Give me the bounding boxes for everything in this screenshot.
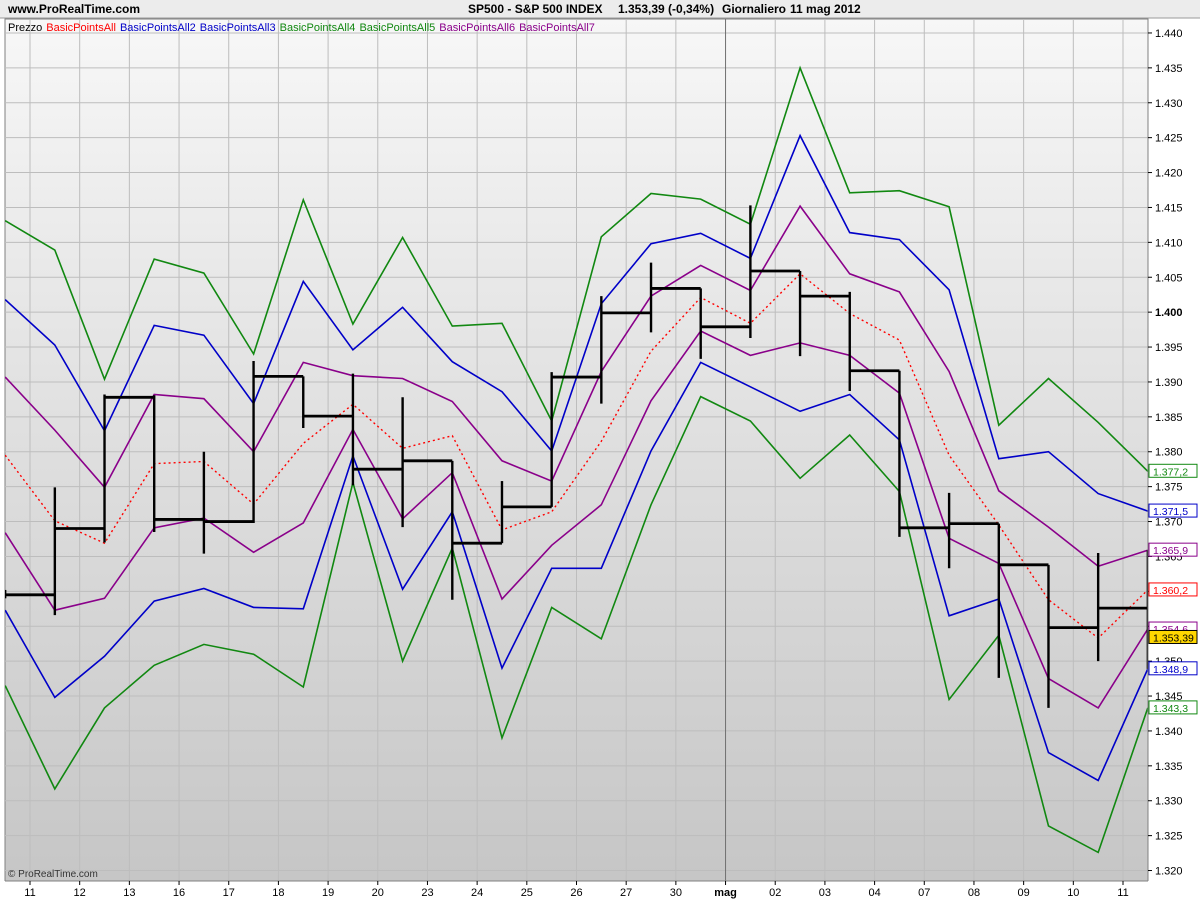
price-tag: 1.343,3 [1149, 701, 1197, 715]
x-tick-label: 08 [968, 887, 980, 899]
y-tick-label: 1.325 [1155, 831, 1183, 843]
price-tag-text: 1.343,3 [1153, 703, 1188, 715]
legend-item-basicpointsall4: BasicPointsAll4 [280, 22, 356, 34]
x-tick-label: 12 [74, 887, 86, 899]
x-tick-label: 20 [372, 887, 384, 899]
legend-item-basicpointsall5: BasicPointsAll5 [359, 22, 435, 34]
x-tick-label: 13 [123, 887, 135, 899]
y-tick-label: 1.375 [1155, 482, 1183, 494]
x-tick-label: 26 [570, 887, 582, 899]
price-tag: 1.360,2 [1149, 583, 1197, 597]
price-tag: 1.365,9 [1149, 543, 1197, 557]
x-tick-label: 11 [1117, 887, 1128, 899]
y-tick-label: 1.380 [1155, 447, 1183, 459]
x-tick-label: 24 [471, 887, 483, 899]
y-tick-label: 1.385 [1155, 412, 1183, 424]
x-tick-label: 23 [421, 887, 433, 899]
price-tag-text: 1.371,5 [1153, 506, 1188, 518]
legend-item-basicpointsall2: BasicPointsAll2 [120, 22, 196, 34]
price-chart[interactable]: www.ProRealTime.com SP500 - S&P 500 INDE… [0, 0, 1200, 900]
legend-item-prezzo: Prezzo [8, 22, 42, 34]
x-tick-label: 03 [819, 887, 831, 899]
legend-item-basicpointsall3: BasicPointsAll3 [200, 22, 276, 34]
date-label: 11 mag 2012 [790, 2, 861, 16]
x-tick-label: 19 [322, 887, 334, 899]
legend-item-basicpointsall6: BasicPointsAll6 [439, 22, 515, 34]
price-tag: 1.353,39 [1149, 630, 1197, 644]
y-tick-label: 1.330 [1155, 796, 1183, 808]
y-tick-label: 1.390 [1155, 377, 1183, 389]
x-tick-label: 04 [868, 887, 880, 899]
x-tick-label: 30 [670, 887, 682, 899]
y-tick-label: 1.425 [1155, 133, 1183, 145]
quote-label: 1.353,39 (-0,34%) [618, 2, 714, 16]
chart-window: www.ProRealTime.com SP500 - S&P 500 INDE… [0, 0, 1200, 900]
price-tag-text: 1.360,2 [1153, 585, 1188, 597]
period-label: Giornaliero [722, 2, 786, 16]
price-tag-text: 1.353,39 [1153, 632, 1194, 644]
x-tick-label: 02 [769, 887, 781, 899]
y-tick-label: 1.400 [1155, 307, 1183, 319]
price-tag-text: 1.377,2 [1153, 466, 1188, 478]
y-tick-label: 1.435 [1155, 63, 1183, 75]
y-tick-label: 1.430 [1155, 98, 1183, 110]
y-tick-label: 1.320 [1155, 866, 1183, 878]
price-tag: 1.377,2 [1149, 464, 1197, 478]
site-label[interactable]: www.ProRealTime.com [7, 2, 140, 16]
price-tag-text: 1.348,9 [1153, 664, 1188, 676]
y-tick-label: 1.415 [1155, 202, 1183, 214]
x-tick-label: 17 [223, 887, 235, 899]
watermark: © ProRealTime.com [8, 869, 98, 880]
x-tick-label: 25 [521, 887, 533, 899]
price-tag: 1.371,5 [1149, 504, 1197, 518]
legend-item-basicpointsall7: BasicPointsAll7 [519, 22, 595, 34]
x-tick-label: 11 [24, 887, 35, 899]
x-tick-label: 10 [1067, 887, 1079, 899]
y-tick-label: 1.370 [1155, 517, 1183, 529]
x-tick-label: 18 [272, 887, 284, 899]
x-tick-label: 09 [1018, 887, 1030, 899]
price-tag: 1.348,9 [1149, 662, 1197, 676]
symbol-label: SP500 - S&P 500 INDEX [468, 2, 603, 16]
y-tick-label: 1.420 [1155, 168, 1183, 180]
y-tick-label: 1.335 [1155, 761, 1183, 773]
y-tick-label: 1.340 [1155, 726, 1183, 738]
x-tick-label: 27 [620, 887, 632, 899]
legend-item-basicpointsall: BasicPointsAll [46, 22, 116, 34]
x-tick-label: 16 [173, 887, 185, 899]
y-tick-label: 1.440 [1155, 28, 1183, 40]
y-tick-label: 1.410 [1155, 237, 1183, 249]
y-tick-label: 1.405 [1155, 272, 1183, 284]
x-tick-label: 07 [918, 887, 930, 899]
y-tick-label: 1.395 [1155, 342, 1183, 354]
price-tag-text: 1.365,9 [1153, 545, 1188, 557]
legend: Prezzo BasicPointsAll BasicPointsAll2 Basic… [8, 22, 595, 34]
x-tick-label: mag [714, 887, 737, 899]
